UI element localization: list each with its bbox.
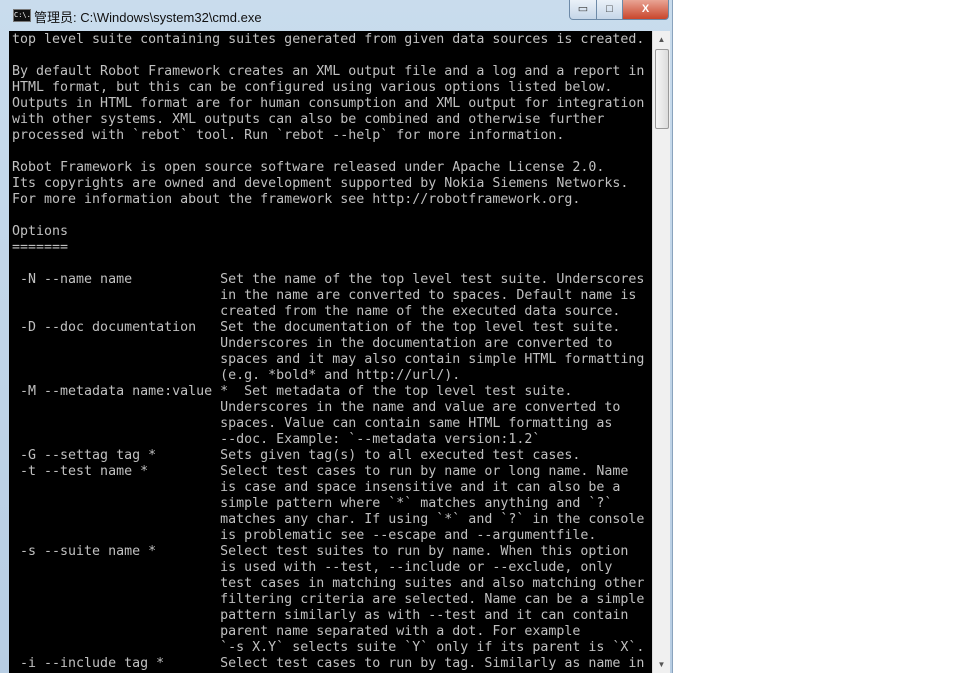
console-line: matches any char. If using `*` and `?` i…	[12, 512, 645, 527]
vertical-scrollbar[interactable]: ▲ ▼	[652, 31, 670, 673]
console-line: spaces and it may also contain simple HT…	[12, 352, 645, 367]
console-line: -N --name name Set the name of the top l…	[12, 272, 645, 287]
console-line: top level suite containing suites genera…	[12, 32, 645, 47]
console-line: processed with `rebot` tool. Run `rebot …	[12, 128, 565, 143]
console-line: -G --settag tag * Sets given tag(s) to a…	[12, 448, 581, 463]
console-line: created from the name of the executed da…	[12, 304, 621, 319]
console-output[interactable]: top level suite containing suites genera…	[9, 31, 652, 673]
console-line: pattern similarly as with --test and it …	[12, 608, 629, 623]
console-line: For more information about the framework…	[12, 192, 581, 207]
console-line: -s --suite name * Select test suites to …	[12, 544, 629, 559]
console-line: -M --metadata name:value * Set metadata …	[12, 384, 573, 399]
console-line: filtering criteria are selected. Name ca…	[12, 592, 645, 607]
console-line: is case and space insensitive and it can…	[12, 480, 621, 495]
cmd-window: C:\. 管理员: C:\Windows\system32\cmd.exe ▭ …	[0, 0, 673, 673]
console-line: Options	[12, 224, 69, 239]
console-line: is problematic see --escape and --argume…	[12, 528, 597, 543]
close-button[interactable]: X	[622, 0, 669, 20]
console-line: simple pattern where `*` matches anythin…	[12, 496, 613, 511]
minimize-button[interactable]: ▭	[569, 0, 597, 20]
scrollbar-thumb[interactable]	[655, 49, 669, 129]
console-line: --doc. Example: `--metadata version:1.2`	[12, 432, 541, 447]
console-line: By default Robot Framework creates an XM…	[12, 64, 645, 79]
console-line: -D --doc documentation Set the documenta…	[12, 320, 621, 335]
window-title: 管理员: C:\Windows\system32\cmd.exe	[34, 10, 262, 25]
console-line: HTML format, but this can be configured …	[12, 80, 613, 95]
console-line: Its copyrights are owned and development…	[12, 176, 629, 191]
console-line: Underscores in the name and value are co…	[12, 400, 621, 415]
console-text: top level suite containing suites genera…	[12, 32, 644, 672]
console-line: in the name are converted to spaces. Def…	[12, 288, 637, 303]
console-line: =======	[12, 240, 69, 255]
console-line: `-s X.Y` selects suite `Y` only if its p…	[12, 640, 645, 655]
console-line: (e.g. *bold* and http://url/).	[12, 368, 461, 383]
console-line: Robot Framework is open source software …	[12, 160, 605, 175]
console-line: parent name separated with a dot. For ex…	[12, 624, 581, 639]
scroll-down-arrow-icon[interactable]: ▼	[653, 656, 670, 673]
console-line: test cases in matching suites and also m…	[12, 576, 645, 591]
console-line: spaces. Value can contain same HTML form…	[12, 416, 613, 431]
console-line: Outputs in HTML format are for human con…	[12, 96, 645, 111]
console-line: Underscores in the documentation are con…	[12, 336, 613, 351]
console-line: with other systems. XML outputs can also…	[12, 112, 605, 127]
console-line: is used with --test, --include or --excl…	[12, 560, 613, 575]
cmd-icon[interactable]: C:\.	[13, 9, 31, 22]
scroll-up-arrow-icon[interactable]: ▲	[653, 31, 670, 48]
console-line: -t --test name * Select test cases to ru…	[12, 464, 629, 479]
maximize-button[interactable]: □	[596, 0, 623, 20]
title-bar[interactable]: C:\. 管理员: C:\Windows\system32\cmd.exe ▭ …	[0, 0, 672, 30]
console-line: -i --include tag * Select test cases to …	[12, 656, 645, 671]
